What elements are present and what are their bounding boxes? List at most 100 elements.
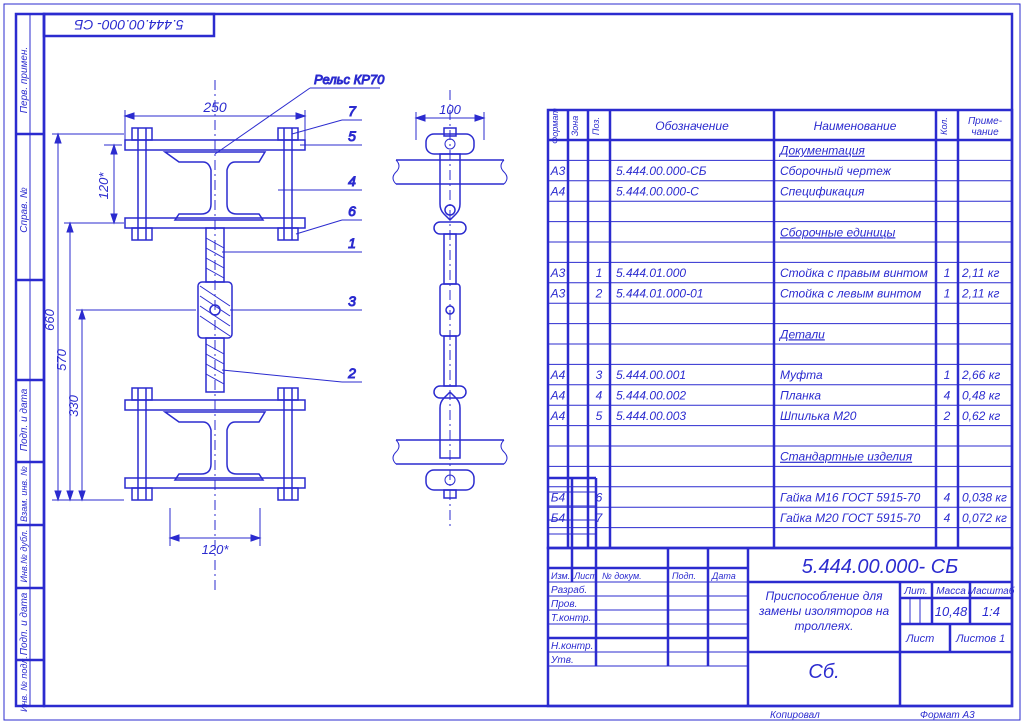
svg-text:570: 570 [54, 348, 69, 370]
svg-text:Масштаб: Масштаб [968, 585, 1015, 597]
left-sidebar: Перв. примен. Справ. № Подп. и дата Взам… [16, 14, 44, 712]
svg-text:Перв. примен.: Перв. примен. [19, 47, 30, 113]
bom-cell: Документация [778, 144, 865, 158]
svg-text:Зона: Зона [570, 116, 580, 137]
svg-text:3: 3 [348, 293, 356, 309]
bom-table: Формат Зона Поз. Обозначение Наименовани… [548, 108, 1012, 548]
svg-text:Разраб.: Разраб. [551, 584, 587, 596]
bom-cell: 1 [596, 266, 603, 280]
bom-cell: Планка [780, 388, 821, 402]
bom-cell: 0,48 кг [962, 388, 1000, 402]
bom-cell: 4 [944, 511, 951, 525]
bom-cell: Сборочные единицы [780, 225, 896, 239]
svg-text:1: 1 [348, 235, 356, 251]
bom-cell: 2,11 кг [961, 266, 999, 280]
svg-text:Утв.: Утв. [550, 655, 574, 666]
svg-text:330: 330 [66, 394, 81, 416]
svg-text:Т.контр.: Т.контр. [551, 613, 591, 624]
doc-number-top: 5.444.00.000- СБ [74, 17, 184, 33]
svg-text:Листов 1: Листов 1 [955, 633, 1005, 645]
svg-text:Лит.: Лит. [903, 586, 927, 597]
bom-cell: Спецификация [780, 184, 865, 198]
bom-cell: А4 [550, 409, 566, 423]
bom-cell: Муфта [780, 368, 823, 382]
svg-text:Подп.: Подп. [672, 571, 696, 581]
bom-cell: Стандартные изделия [780, 450, 913, 464]
svg-text:10,48: 10,48 [935, 604, 968, 619]
svg-text:Дата: Дата [711, 571, 736, 581]
bom-cell: 3 [596, 368, 603, 382]
svg-text:Рельс КР70: Рельс КР70 [314, 72, 385, 87]
bom-cell: 0,038 кг [962, 490, 1007, 504]
bom-cell: А4 [550, 184, 566, 198]
svg-text:Н.контр.: Н.контр. [551, 641, 593, 652]
svg-text:Подп. и дата: Подп. и дата [19, 592, 30, 655]
bom-cell: Шпилька М20 [780, 409, 857, 423]
bom-cell: Гайка М20 ГОСТ 5915-70 [780, 511, 921, 525]
bom-cell: 5.444.00.001 [616, 368, 686, 382]
bom-cell: А3 [550, 266, 566, 280]
svg-text:троллеях.: троллеях. [795, 619, 854, 633]
svg-text:Масса: Масса [936, 586, 966, 597]
svg-text:№ докум.: № докум. [602, 571, 642, 581]
svg-text:Обозначение: Обозначение [655, 119, 729, 133]
kopiroval: Копировал [770, 710, 820, 721]
bom-cell: 0,072 кг [962, 511, 1007, 525]
svg-text:6: 6 [348, 203, 356, 219]
bom-cell: А4 [550, 388, 566, 402]
bom-cell: Сборочный чертеж [780, 164, 892, 178]
svg-text:250: 250 [202, 99, 227, 115]
bom-cell: Детали [778, 327, 825, 341]
bom-cell: 5.444.01.000-01 [616, 286, 703, 300]
bom-cell: А3 [550, 164, 566, 178]
bom-cell: Стойка с левым винтом [780, 286, 921, 300]
svg-text:Взам. инв. №: Взам. инв. № [19, 466, 29, 522]
bom-cell: 4 [944, 490, 951, 504]
svg-text:1:4: 1:4 [982, 604, 1000, 619]
svg-text:660: 660 [42, 308, 57, 330]
svg-text:Лист: Лист [573, 571, 598, 581]
format-label: Формат А3 [920, 710, 975, 721]
svg-text:Подп. и дата: Подп. и дата [19, 388, 30, 451]
bom-cell: Б4 [551, 511, 566, 525]
drawing-type: Сб. [808, 661, 839, 683]
bom-cell: Гайка М16 ГОСТ 5915-70 [780, 490, 921, 504]
svg-text:120*: 120* [96, 172, 111, 200]
svg-text:120*: 120* [202, 542, 230, 557]
bom-cell: 4 [596, 388, 603, 402]
bom-cell: А3 [550, 286, 566, 300]
bom-cell: Б4 [551, 490, 566, 504]
bom-cell: 2,11 кг [961, 286, 999, 300]
bom-cell: Стойка с правым винтом [780, 266, 928, 280]
svg-text:Справ. №: Справ. № [19, 187, 30, 233]
bom-cell: 1 [944, 286, 951, 300]
bom-cell: 1 [944, 368, 951, 382]
drawing-number: 5.444.00.000- СБ [802, 556, 958, 578]
svg-text:Наименование: Наименование [814, 119, 897, 133]
svg-text:Поз.: Поз. [591, 117, 601, 135]
bom-cell: 0,62 кг [962, 409, 1000, 423]
bom-cell: 5 [596, 409, 603, 423]
bom-cell: 5.444.00.000-С [616, 184, 699, 198]
svg-text:5: 5 [348, 128, 356, 144]
svg-text:Формат: Формат [550, 108, 560, 144]
bom-cell: 2 [595, 286, 603, 300]
side-view: 100 [393, 90, 507, 530]
bom-cell: А4 [550, 368, 566, 382]
svg-text:Пров.: Пров. [551, 599, 577, 610]
svg-text:Изм.: Изм. [551, 571, 570, 581]
svg-text:Приме-: Приме- [968, 116, 1003, 127]
svg-text:чание: чание [971, 127, 999, 138]
bom-cell: 5.444.00.003 [616, 409, 686, 423]
front-view: 250 120* 660 570 330 [42, 72, 385, 590]
bom-cell: 5.444.00.000-СБ [616, 164, 707, 178]
bom-cell: 1 [944, 266, 951, 280]
svg-text:Кол.: Кол. [939, 117, 949, 135]
svg-text:Приспособление для: Приспособление для [765, 589, 883, 603]
svg-text:7: 7 [348, 103, 357, 119]
bom-cell: 5.444.01.000 [616, 266, 686, 280]
svg-text:Лист: Лист [905, 633, 934, 645]
drawing-sheet: 5.444.00.000- СБ Перв. примен. Справ. № … [0, 0, 1024, 724]
svg-text:100: 100 [439, 102, 461, 117]
svg-text:Инв. № подл.: Инв. № подл. [19, 656, 29, 712]
